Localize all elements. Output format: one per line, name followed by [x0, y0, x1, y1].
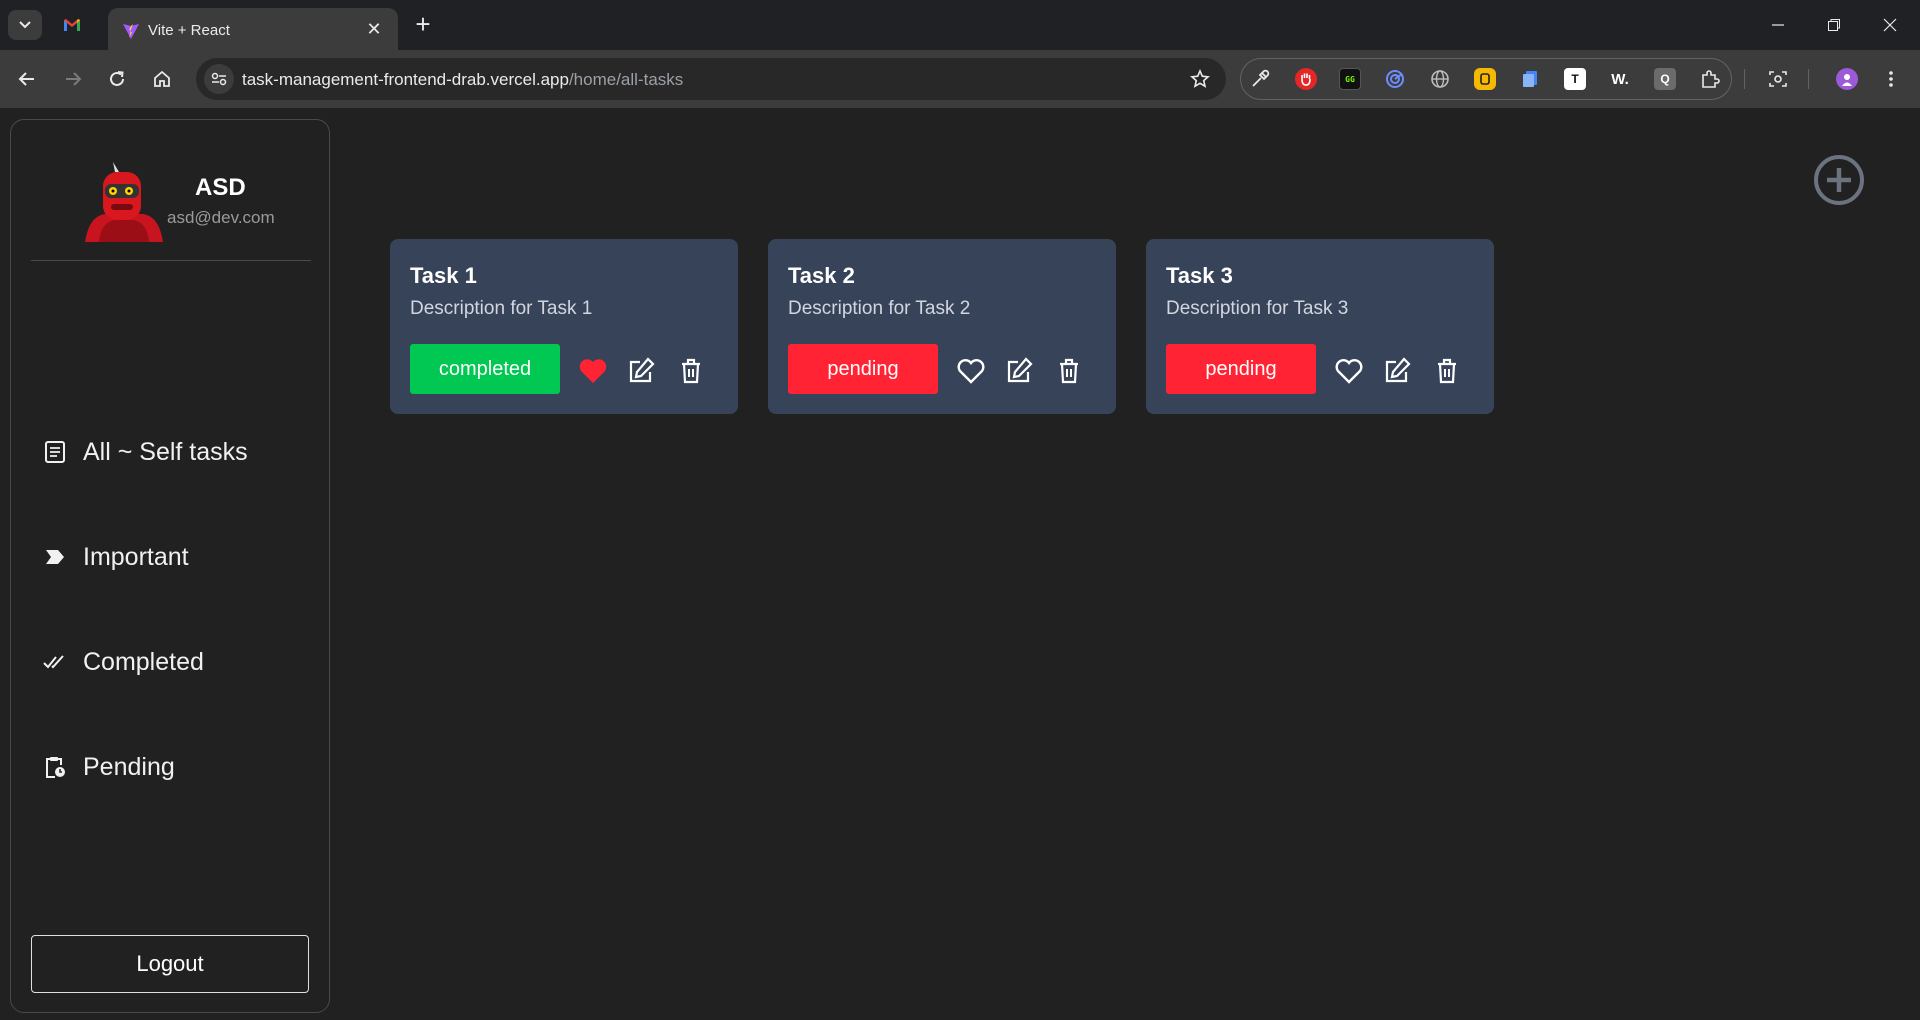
url-path: /home/all-tasks	[568, 70, 684, 89]
robot-avatar	[85, 162, 163, 242]
gmail-tab[interactable]	[62, 15, 82, 35]
user-name: ASD	[195, 174, 246, 201]
minimize-icon	[1772, 24, 1784, 26]
q-icon[interactable]: Q	[1654, 68, 1676, 90]
close-window-button[interactable]	[1870, 10, 1910, 40]
trash-icon	[1438, 358, 1456, 384]
restore-button[interactable]	[1814, 10, 1854, 40]
favorite-button[interactable]	[956, 356, 986, 386]
address-bar[interactable]: task-management-frontend-drab.vercel.app…	[196, 58, 1226, 100]
plus-circle-icon	[1814, 155, 1864, 205]
heart-filled-icon	[579, 359, 607, 383]
sidebar-item-label: Important	[83, 542, 189, 571]
sidebar-item-pending[interactable]: Pending	[33, 740, 309, 794]
trash-icon	[682, 358, 700, 384]
kebab-menu-icon[interactable]	[1880, 68, 1902, 90]
task-card: Task 3 Description for Task 3 pending	[1146, 239, 1494, 414]
task-description: Description for Task 2	[788, 298, 971, 319]
delete-button[interactable]	[1432, 356, 1462, 386]
tune-icon	[211, 72, 227, 86]
terminal-icon[interactable]: GG	[1339, 68, 1361, 90]
favorite-button[interactable]	[578, 356, 608, 386]
edit-button[interactable]	[1382, 356, 1412, 386]
divider	[31, 260, 311, 261]
edit-icon	[1385, 357, 1411, 383]
chevron-down-icon	[19, 21, 31, 29]
hand-stop-icon[interactable]	[1295, 68, 1317, 90]
toolbar-separator	[1744, 69, 1745, 89]
user-profile: ASD asd@dev.com	[11, 120, 329, 260]
sidebar-item-important[interactable]: Important	[33, 530, 309, 584]
radar-icon[interactable]	[1384, 68, 1406, 90]
w-icon[interactable]: W.	[1609, 68, 1631, 90]
heart-outline-icon	[957, 359, 985, 384]
tab-active[interactable]: Vite + React ✕	[108, 8, 398, 50]
reload-icon	[110, 71, 124, 86]
edit-button[interactable]	[1004, 356, 1034, 386]
close-tab-icon[interactable]: ✕	[364, 19, 384, 39]
minimize-button[interactable]	[1758, 10, 1798, 40]
bookmark-star-icon[interactable]	[1190, 69, 1210, 89]
heart-outline-icon	[1335, 359, 1363, 384]
close-icon	[1883, 18, 1897, 32]
reload-button[interactable]	[104, 66, 130, 92]
edit-button[interactable]	[626, 356, 656, 386]
docs-icon[interactable]	[1519, 68, 1541, 90]
puzzle-icon[interactable]	[1699, 68, 1721, 90]
sidebar-item-label: All ~ Self tasks	[83, 437, 248, 466]
task-description: Description for Task 3	[1166, 298, 1349, 319]
sidebar-item-all-tasks[interactable]: All ~ Self tasks	[33, 425, 309, 479]
logout-button[interactable]: Logout	[31, 935, 309, 993]
arrow-left-icon	[18, 72, 34, 86]
vite-icon	[123, 24, 139, 39]
tab-title: Vite + React	[148, 22, 230, 39]
t-icon[interactable]: T	[1564, 68, 1586, 90]
delete-button[interactable]	[1054, 356, 1084, 386]
task-title: Task 1	[410, 263, 477, 288]
favorite-button[interactable]	[1334, 356, 1364, 386]
home-icon	[154, 70, 170, 87]
sidebar-item-completed[interactable]: Completed	[33, 635, 309, 689]
url-host: task-management-frontend-drab.vercel.app	[242, 70, 569, 89]
delete-button[interactable]	[676, 356, 706, 386]
task-card: Task 1 Description for Task 1 completed	[390, 239, 738, 414]
restore-icon	[1828, 19, 1840, 31]
add-task-button[interactable]	[1812, 153, 1866, 207]
back-button[interactable]	[14, 66, 40, 92]
edit-icon	[1007, 357, 1033, 383]
toolbar-separator	[1808, 69, 1809, 89]
task-card: Task 2 Description for Task 2 pending	[768, 239, 1116, 414]
sidebar-item-label: Completed	[83, 647, 204, 676]
status-button[interactable]: completed	[410, 344, 560, 394]
task-title: Task 3	[1166, 263, 1233, 288]
note-icon[interactable]	[1474, 68, 1496, 90]
home-button[interactable]	[149, 66, 175, 92]
url-text: task-management-frontend-drab.vercel.app…	[242, 70, 683, 90]
profile-avatar[interactable]	[1836, 68, 1858, 90]
eyedropper-icon[interactable]	[1249, 68, 1271, 90]
status-button[interactable]: pending	[1166, 344, 1316, 394]
arrow-right-icon	[66, 72, 82, 86]
task-description: Description for Task 1	[410, 298, 593, 319]
tab-search-button[interactable]	[8, 10, 42, 40]
gmail-icon	[64, 19, 80, 31]
trash-icon	[1060, 358, 1078, 384]
status-button[interactable]: pending	[788, 344, 938, 394]
screenshot-icon[interactable]	[1767, 68, 1789, 90]
sidebar: ASD asd@dev.com All ~ Self tasks Importa…	[10, 119, 330, 1013]
user-email: asd@dev.com	[167, 208, 275, 227]
clipboard-clock-icon	[43, 755, 67, 779]
forward-button[interactable]	[60, 66, 86, 92]
tag-icon	[43, 545, 67, 569]
edit-icon	[629, 357, 655, 383]
new-tab-button[interactable]: +	[410, 11, 436, 38]
sidebar-item-label: Pending	[83, 752, 175, 781]
task-title: Task 2	[788, 263, 855, 288]
list-icon	[43, 440, 67, 464]
double-check-icon	[43, 650, 67, 674]
globe-icon[interactable]	[1429, 68, 1451, 90]
site-info-button[interactable]	[204, 64, 234, 94]
